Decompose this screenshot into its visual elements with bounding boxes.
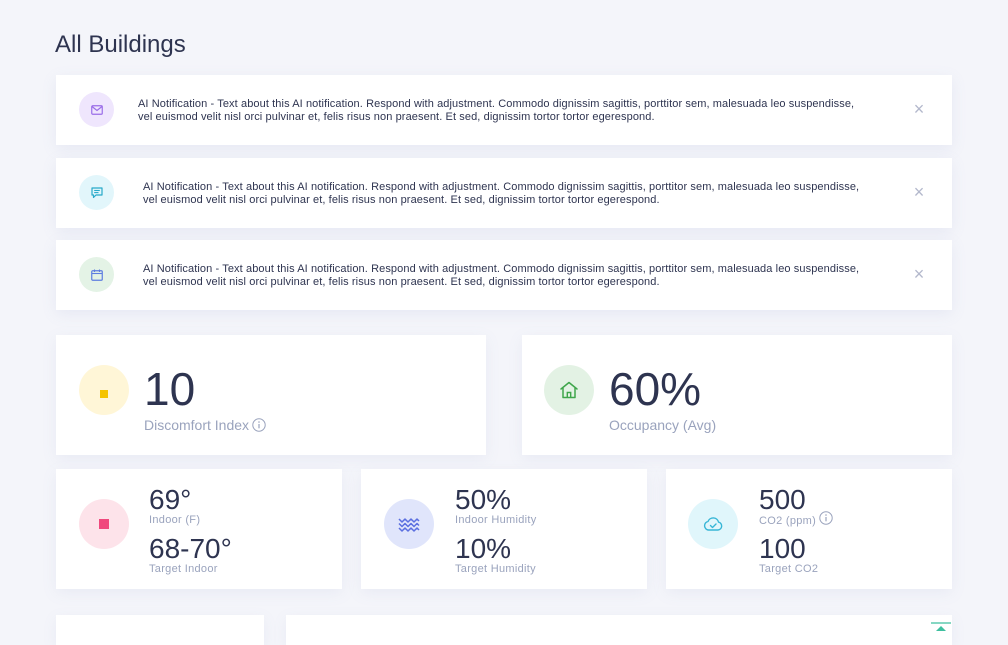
mail-icon: [79, 92, 114, 127]
message-icon: [79, 175, 114, 210]
humidity-card: 50% Indoor Humidity 10% Target Humidity: [361, 469, 647, 589]
indoor-temp-value: 69°: [149, 484, 192, 515]
notification-card: AI Notification - Text about this AI not…: [56, 75, 952, 145]
target-humidity-label: Target Humidity: [455, 563, 536, 575]
discomfort-label-text: Discomfort Index: [144, 417, 250, 433]
target-temp-label: Target Indoor: [149, 563, 218, 575]
occupancy-label: Occupancy (Avg): [609, 417, 717, 433]
water-waves-icon: [384, 499, 434, 549]
bottom-card: [56, 615, 264, 645]
discomfort-value: 10: [144, 363, 196, 415]
discomfort-card: 10 Discomfort Index: [56, 335, 486, 455]
indoor-temp-label: Indoor (F): [149, 514, 201, 526]
temperature-card: 69° Indoor (F) 68-70° Target Indoor: [56, 469, 342, 589]
co2-label-text: CO2 (ppm): [759, 514, 817, 527]
co2-card: 500 CO2 (ppm) 100 Target CO2: [666, 469, 952, 589]
target-co2-label: Target CO2: [759, 563, 819, 575]
indoor-humidity-value: 50%: [455, 484, 512, 515]
bottom-card: [286, 615, 952, 645]
target-humidity-value: 10%: [455, 533, 512, 564]
cloud-check-icon: [688, 499, 738, 549]
notification-card: AI Notification - Text about this AI not…: [56, 240, 952, 310]
home-icon: [544, 365, 594, 415]
notification-text: AI Notification - Text about this AI not…: [143, 263, 860, 288]
info-icon[interactable]: [252, 418, 266, 435]
notification-card: AI Notification - Text about this AI not…: [56, 158, 952, 228]
expand-icon[interactable]: [930, 618, 952, 631]
close-icon[interactable]: ×: [912, 183, 926, 201]
discomfort-icon: [79, 365, 129, 415]
temperature-icon: [79, 499, 129, 549]
indoor-humidity-label: Indoor Humidity: [455, 514, 537, 526]
co2-label: CO2 (ppm): [759, 511, 833, 528]
occupancy-card: 60% Occupancy (Avg): [522, 335, 952, 455]
close-icon[interactable]: ×: [912, 100, 926, 118]
calendar-icon: [79, 257, 114, 292]
target-co2-value: 100: [759, 533, 806, 564]
notification-text: AI Notification - Text about this AI not…: [143, 181, 860, 206]
occupancy-value: 60%: [609, 363, 702, 415]
co2-value: 500: [759, 484, 806, 515]
page-title: All Buildings: [55, 31, 186, 58]
discomfort-label: Discomfort Index: [144, 417, 266, 435]
close-icon[interactable]: ×: [912, 265, 926, 283]
target-temp-value: 68-70°: [149, 533, 232, 564]
notification-text: AI Notification - Text about this AI not…: [138, 98, 855, 123]
info-icon[interactable]: [819, 511, 833, 528]
